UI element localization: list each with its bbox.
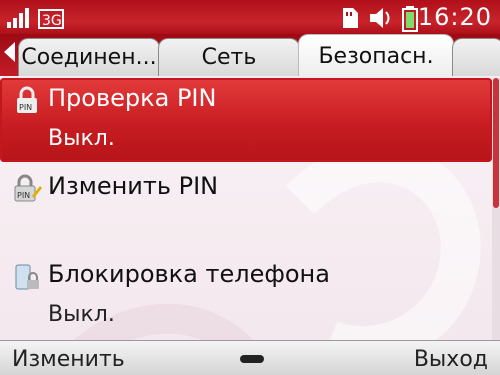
tab-security[interactable]: Безопасн. [298,34,454,76]
item-title: Изменить PIN [48,172,219,200]
signal-icon [7,8,29,28]
item-value: Выкл. [48,126,115,151]
network-3g-icon: 3G [38,9,64,29]
pin-edit-icon: PIN [14,174,42,202]
scrollbar-thumb[interactable] [493,78,499,208]
clock: 16:20 [417,3,492,31]
arrow-left-icon [4,42,15,62]
list-item-phone-lock[interactable]: Блокировка телефона Выкл. [0,254,492,338]
battery-icon [402,6,418,32]
settings-screen: 3G 16:20 Соединен... Сеть Безопасн. PIN [0,0,500,375]
exit-softkey[interactable]: Выход [414,347,488,372]
svg-text:PIN: PIN [17,191,30,200]
center-softkey[interactable] [240,355,264,363]
svg-text:PIN: PIN [19,103,32,112]
tab-connections[interactable]: Соединен... [18,38,160,76]
memory-card-icon [343,8,358,28]
phone-lock-icon [15,264,39,290]
tab-network[interactable]: Сеть [158,38,300,76]
tab-bar: Соединен... Сеть Безопасн. [0,34,500,76]
list-item-change-pin[interactable]: PIN Изменить PIN [0,166,492,250]
softkey-bar: Изменить Выход [0,340,500,375]
list-item-pin-check[interactable]: PIN Проверка PIN Выкл. [0,78,492,162]
scrollbar[interactable] [492,78,500,340]
tab-scroll-left[interactable] [0,36,22,76]
item-title: Проверка PIN [48,84,217,112]
item-title: Блокировка телефона [48,260,330,288]
item-value: Выкл. [48,302,115,327]
pin-lock-icon: PIN [17,86,37,113]
edit-softkey[interactable]: Изменить [12,347,125,372]
svg-text:3G: 3G [42,13,62,29]
tab-next[interactable] [452,38,500,76]
status-bar: 3G 16:20 [0,0,500,36]
speaker-icon [370,8,390,28]
